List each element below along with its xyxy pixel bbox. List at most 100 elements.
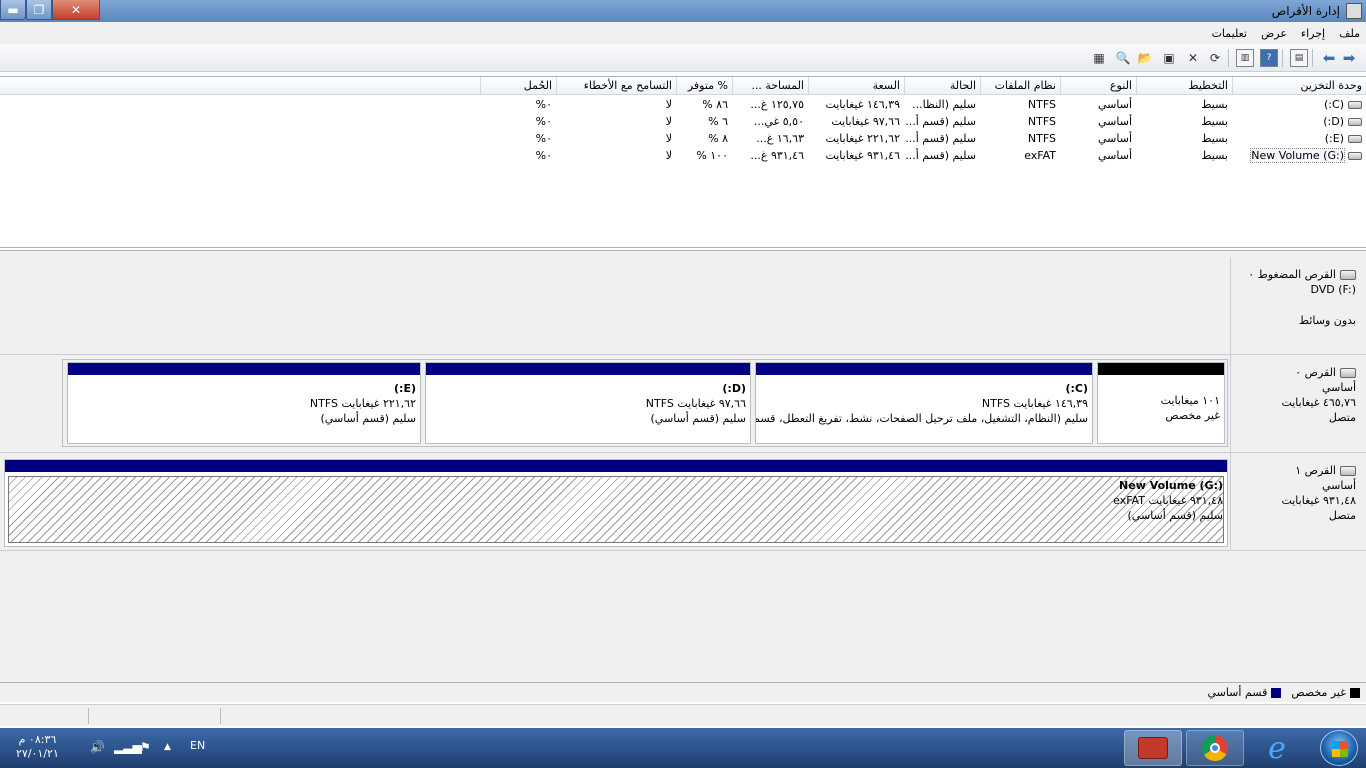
action-center-icon[interactable]: ⚑ — [140, 740, 151, 754]
properties-pane-icon[interactable]: ▥ — [1236, 49, 1254, 67]
taskbar-internet-explorer[interactable]: e — [1248, 730, 1306, 766]
column-free-space[interactable]: المساحة ... — [732, 77, 808, 95]
close-icon: ✕ — [70, 2, 82, 17]
disk-row-cdrom: القرص المضغوط ٠ DVD (F:) بدون وسائط — [0, 257, 1366, 355]
volume-name: New Volume (G:) — [1250, 148, 1345, 163]
legend-swatch — [1350, 687, 1360, 698]
volume-capacity: ٩٧,٦٦ غيغابايت — [831, 115, 900, 128]
column-capacity[interactable]: السعة — [808, 77, 904, 95]
partition-c[interactable]: (C:) ١٤٦,٣٩ غيغابايت NTFS سليم (النظام، … — [755, 362, 1093, 444]
search-icon[interactable]: 🔍 — [1114, 49, 1132, 67]
volume-row[interactable]: (E:) بسيط أساسي NTFS سليم (قسم أ... ٢٢١,… — [0, 130, 1366, 147]
legend-label: غير مخصص — [1291, 686, 1346, 699]
status-divider — [220, 708, 221, 724]
volume-type: أساسي — [1097, 98, 1132, 111]
disk0-type: أساسي — [1321, 381, 1356, 394]
volume-fault-tolerance: لا — [665, 98, 672, 111]
refresh-icon[interactable]: ⟳ — [1206, 49, 1224, 67]
volume-row[interactable]: New Volume (G:) بسيط أساسي exFAT سليم (ق… — [0, 147, 1366, 164]
column-type[interactable]: النوع — [1060, 77, 1136, 95]
forward-arrow-icon[interactable]: ⬅ — [1320, 49, 1338, 67]
disk-icon — [1340, 368, 1356, 378]
drive-icon — [1348, 101, 1362, 109]
volume-percent-free: ١٠٠ % — [696, 149, 728, 162]
partition-e[interactable]: (E:) ٢٢١,٦٢ غيغابايت NTFS سليم (قسم أساس… — [67, 362, 421, 444]
show-hide-tree-icon[interactable]: ▤ — [1290, 49, 1308, 67]
volume-filesystem: NTFS — [1027, 98, 1056, 111]
partition-size: ٩٣١,٤٨ غيغابايت exFAT — [1113, 494, 1223, 507]
properties-icon[interactable]: ▣ — [1160, 49, 1178, 67]
cdrom-media: بدون وسائط — [1298, 314, 1356, 327]
volume-percent-free: ٨٦ % — [702, 98, 728, 111]
legend-swatch — [1271, 687, 1282, 698]
close-button[interactable]: ✕ — [52, 0, 100, 20]
volume-row[interactable]: (D:) بسيط أساسي NTFS سليم (قسم أ... ٩٧,٦… — [0, 113, 1366, 130]
clock-time: ٠٨:٣٦ م — [18, 733, 57, 746]
partition-g[interactable]: New Volume (G:) ٩٣١,٤٨ غيغابايت exFAT سل… — [4, 459, 1228, 547]
partition-status: سليم (النظام، التشغيل، ملف ترحيل الصفحات… — [755, 412, 1088, 425]
volume-layout: بسيط — [1201, 98, 1228, 111]
minimize-icon: ▬ — [7, 2, 19, 17]
partition-d[interactable]: (D:) ٩٧,٦٦ غيغابايت NTFS سليم (قسم أساسي… — [425, 362, 751, 444]
taskbar-chrome[interactable] — [1186, 730, 1244, 766]
show-hidden-icons-icon[interactable]: ▲ — [164, 742, 171, 752]
volume-type: أساسي — [1097, 115, 1132, 128]
column-filesystem[interactable]: نظام الملفات — [980, 77, 1060, 95]
window-title: إدارة الأقراص — [1271, 4, 1340, 18]
disk-label-1[interactable]: القرص ١ أساسي ٩٣١,٤٨ غيغابايت متصل — [1230, 453, 1366, 550]
menu-view[interactable]: عرض — [1261, 27, 1287, 40]
taskbar-disk-management[interactable] — [1124, 730, 1182, 766]
column-status[interactable]: الحالة — [904, 77, 980, 95]
settings-icon[interactable]: ▦ — [1090, 49, 1108, 67]
disk-label-cdrom[interactable]: القرص المضغوط ٠ DVD (F:) بدون وسائط — [1230, 257, 1366, 354]
column-layout[interactable]: التخطيط — [1136, 77, 1232, 95]
partition-bar — [756, 363, 1092, 375]
clock[interactable]: ٠٨:٣٦ م ٢٧/٠١/٢١ — [16, 733, 59, 761]
volume-overhead: ٠% — [535, 132, 552, 145]
partition-bar — [5, 460, 1227, 472]
column-volume[interactable]: وحدة التخزين — [1232, 77, 1366, 95]
maximize-button[interactable]: ❐ — [26, 0, 52, 20]
legend-primary: قسم أساسي — [1207, 686, 1282, 699]
restore-icon: ❐ — [33, 2, 45, 17]
unallocated-label: غير مخصص — [1165, 409, 1220, 422]
delete-icon[interactable]: ✕ — [1184, 49, 1202, 67]
menu-action[interactable]: إجراء — [1301, 27, 1325, 40]
network-signal-icon[interactable]: ▂▃▅ — [114, 740, 142, 754]
language-indicator[interactable]: EN — [190, 739, 205, 752]
disk0-title: القرص ٠ — [1295, 366, 1336, 379]
volume-row[interactable]: (C:) بسيط أساسي NTFS سليم (النظا... ١٤٦,… — [0, 96, 1366, 113]
back-arrow-icon[interactable]: ➡ — [1340, 49, 1358, 67]
partition-unallocated[interactable]: ١٠١ ميغابايت غير مخصص — [1097, 362, 1225, 444]
start-button[interactable] — [1320, 730, 1358, 766]
taskbar: ٠٨:٣٦ م ٢٧/٠١/٢١ 🔊 ▂▃▅ ⚑ ▲ EN e — [0, 728, 1366, 768]
status-divider — [88, 708, 89, 724]
volume-name: (C:) — [1324, 98, 1344, 111]
volume-layout: بسيط — [1201, 149, 1228, 162]
unallocated-size: ١٠١ ميغابايت — [1160, 394, 1220, 407]
internet-explorer-icon: e — [1268, 730, 1286, 766]
volume-filesystem: NTFS — [1027, 132, 1056, 145]
partition-bar — [426, 363, 750, 375]
disk0-size: ٤٦٥,٧٦ غيغابايت — [1281, 396, 1356, 409]
volume-layout: بسيط — [1201, 115, 1228, 128]
legend: غير مخصص قسم أساسي — [0, 682, 1366, 702]
legend-unallocated: غير مخصص — [1291, 686, 1360, 699]
menu-file[interactable]: ملف — [1339, 27, 1360, 40]
menu-help[interactable]: تعليمات — [1212, 27, 1247, 40]
help-icon[interactable]: ? — [1260, 49, 1278, 67]
column-percent-free[interactable]: % متوفر — [676, 77, 732, 95]
volume-layout: بسيط — [1201, 132, 1228, 145]
partition-size: ٩٧,٦٦ غيغابايت NTFS — [645, 397, 746, 410]
column-overhead[interactable]: الحُمل — [480, 77, 556, 95]
open-folder-icon[interactable]: 📂 — [1136, 49, 1154, 67]
volume-overhead: ٠% — [535, 98, 552, 111]
disk-label-0[interactable]: القرص ٠ أساسي ٤٦٥,٧٦ غيغابايت متصل — [1230, 355, 1366, 452]
disk1-status: متصل — [1328, 509, 1356, 522]
volume-icon[interactable]: 🔊 — [90, 740, 105, 754]
minimize-button[interactable]: ▬ — [0, 0, 26, 20]
column-fault-tolerance[interactable]: التسامح مع الأخطاء — [556, 77, 676, 95]
cdrom-title: القرص المضغوط ٠ — [1248, 268, 1336, 281]
toolbar: ➡ ⬅ ▤ ? ▥ ⟳ ✕ ▣ 📂 🔍 ▦ — [0, 44, 1366, 72]
drive-icon — [1348, 152, 1362, 160]
